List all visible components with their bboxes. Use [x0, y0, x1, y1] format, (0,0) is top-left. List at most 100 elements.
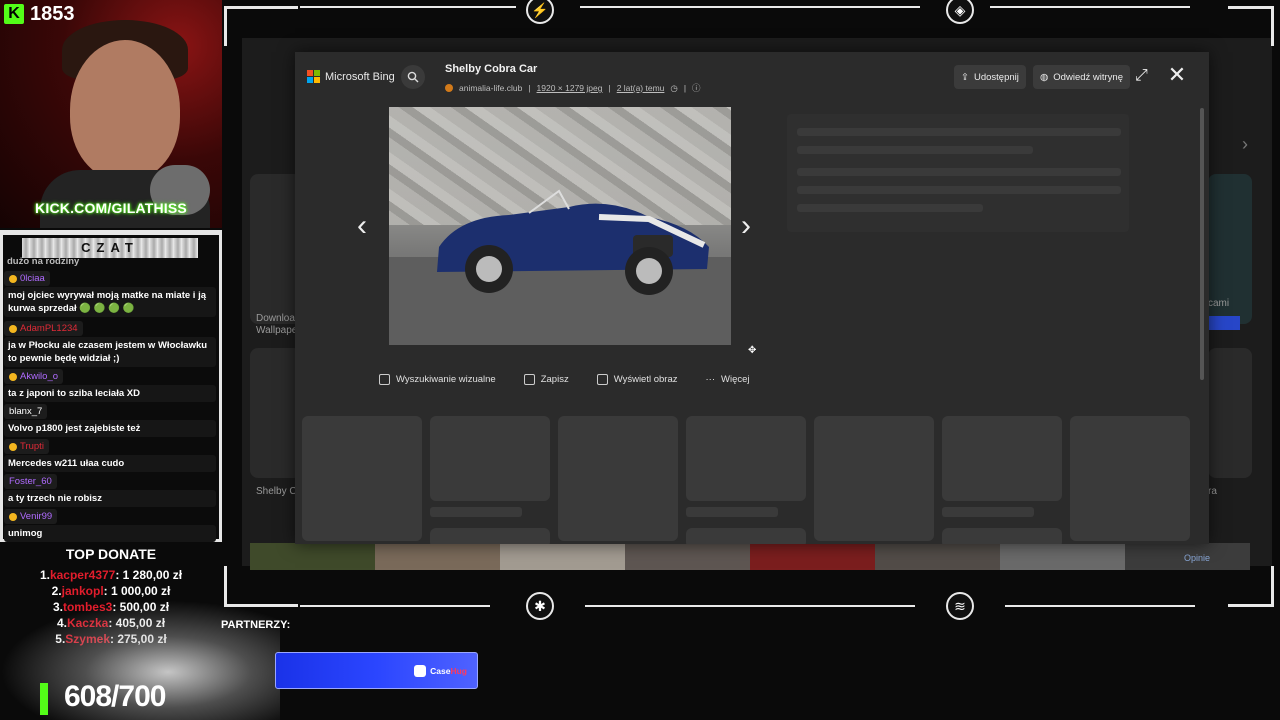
frame-line [224, 6, 298, 9]
bg-image-strip [250, 543, 1250, 570]
info-icon[interactable]: ⓘ [692, 82, 701, 94]
kick-logo-icon: K [4, 4, 24, 24]
chat-message-text: moj ojciec wyrywał moją matke na miate i… [4, 287, 216, 317]
bg-caption-right-2: ra [1208, 486, 1217, 497]
chat-username[interactable]: Akwilo_o [4, 369, 64, 384]
expand-icon[interactable]: ⤢ [1135, 67, 1155, 87]
partners-label: PARTNERZY: [221, 619, 291, 631]
chat-username-text: AdamPL1234 [20, 323, 78, 334]
goal-counter: 608/700 [64, 680, 166, 713]
mouse-cursor-icon: ✥ [748, 345, 757, 356]
source-favicon-icon [445, 84, 453, 92]
user-badge-icon [9, 372, 17, 381]
related-thumbnail-skeleton[interactable] [1070, 416, 1190, 541]
bing-logo[interactable]: Microsoft Bing [307, 70, 395, 83]
related-thumbnail-skeleton[interactable] [430, 528, 550, 544]
scrollbar[interactable] [1200, 108, 1204, 380]
view-image-icon [596, 374, 608, 385]
view-image-label: Wyświetl obraz [613, 374, 678, 385]
related-thumbnail-skeleton[interactable] [302, 416, 422, 541]
share-label: Udostępnij [973, 71, 1019, 83]
sponsor-logo-icon [414, 664, 427, 677]
main-image[interactable] [389, 107, 731, 345]
frame-line [300, 6, 516, 8]
skeleton-line [797, 186, 1121, 194]
frame-line [224, 6, 227, 46]
sponsor-name: CaseHug [430, 665, 467, 676]
previous-arrow-icon[interactable]: ‹ [357, 209, 367, 243]
related-thumbnail-skeleton[interactable] [558, 416, 678, 541]
chat-message: Foster_60 a ty trzech nie robisz [4, 474, 216, 507]
chat-username[interactable]: Venir99 [4, 509, 58, 524]
chat-username-text: Venir99 [20, 511, 53, 522]
microsoft-logo-icon [307, 70, 320, 83]
viewer-count: 1853 [30, 2, 75, 25]
chat-message: 0lciaa moj ojciec wyrywał moją matke na m… [4, 271, 216, 317]
share-icon: ⇪ [961, 71, 969, 83]
chat-username[interactable]: AdamPL1234 [4, 321, 83, 336]
chat-message: AdamPL1234 ja w Płocku ale czasem jestem … [4, 321, 216, 367]
save-icon [523, 374, 535, 385]
related-thumbnail-skeleton[interactable] [430, 416, 550, 501]
donate-row: 2.jankopl: 1 000,00 zł [0, 584, 222, 598]
skeleton-line [797, 204, 983, 212]
chat-message-text: ja w Płocku ale czasem jestem w Włocławk… [4, 337, 216, 367]
car-illustration [437, 189, 709, 295]
more-label: Więcej [721, 374, 750, 385]
image-source[interactable]: animalia-life.club [459, 83, 522, 93]
more-button[interactable]: ··· Więcej [706, 374, 750, 385]
donate-rank: 2. [51, 584, 62, 598]
image-age[interactable]: 2 lat(a) temu [617, 83, 665, 93]
frame-line [300, 605, 490, 607]
chat-username[interactable]: Trupti [4, 439, 49, 454]
chat-username[interactable]: blanx_7 [4, 404, 48, 419]
bg-caption-right: cami [1208, 298, 1230, 309]
chat-username[interactable]: 0lciaa [4, 271, 50, 286]
image-actions: Wyszukiwanie wizualne Zapisz Wyświetl ob… [379, 374, 750, 385]
visit-site-button[interactable]: ◍ Odwiedź witrynę [1033, 65, 1130, 89]
save-label: Zapisz [540, 374, 569, 385]
save-button[interactable]: Zapisz [523, 374, 569, 385]
donate-name: kacper4377 [49, 568, 116, 582]
kick-channel-url: KICK.COM/GILATHISS [35, 200, 187, 216]
share-button[interactable]: ⇪ Udostępnij [954, 65, 1026, 89]
image-meta: animalia-life.club | 1920 × 1279 jpeg | … [445, 82, 701, 94]
frame-line [580, 6, 920, 8]
frame-line [1005, 605, 1195, 607]
visual-search-label: Wyszukiwanie wizualne [396, 374, 496, 385]
skeleton-line [797, 128, 1121, 136]
image-viewer-modal: Microsoft Bing Shelby Cobra Car animalia… [295, 52, 1209, 544]
related-thumbnail-skeleton[interactable] [942, 416, 1062, 501]
chat-username[interactable]: Foster_60 [4, 474, 57, 489]
bg-chevron-right-icon[interactable]: › [1242, 134, 1248, 155]
bg-thumbnail[interactable] [1208, 348, 1252, 478]
more-icon: ··· [705, 374, 716, 385]
close-icon[interactable]: ✕ [1166, 64, 1188, 87]
related-thumbnail-skeleton[interactable] [942, 528, 1062, 544]
visual-search-icon [379, 374, 390, 385]
chat-message-text: Mercedes w211 ułaa cudo [4, 455, 216, 472]
next-arrow-icon[interactable]: › [741, 209, 751, 243]
search-button[interactable] [401, 65, 425, 89]
bg-caption-download: Download [256, 313, 301, 324]
chat-username-text: 0lciaa [20, 273, 45, 284]
chat-username-text: Akwilo_o [20, 371, 59, 382]
related-thumbnail-skeleton[interactable] [686, 416, 806, 501]
image-dimensions[interactable]: 1920 × 1279 jpeg [537, 83, 603, 93]
viewer-count-badge: K 1853 [0, 0, 79, 28]
chat-message: Trupti Mercedes w211 ułaa cudo [4, 439, 216, 472]
visual-search-button[interactable]: Wyszukiwanie wizualne [379, 374, 496, 385]
sponsor-banner[interactable]: CaseHug [275, 652, 478, 689]
bg-caption-wallpaper: Wallpaper [256, 325, 301, 336]
feedback-link[interactable]: Opinie [1184, 553, 1210, 563]
meta-separator: | [528, 83, 531, 93]
frame-logo-icon: ≋ [946, 592, 974, 620]
view-image-button[interactable]: Wyświetl obraz [596, 374, 678, 385]
donate-row: 1.kacper4377: 1 280,00 zł [0, 568, 222, 582]
related-thumbnail-skeleton[interactable] [686, 528, 806, 544]
frame-line [1271, 6, 1274, 46]
viewer-header: Microsoft Bing Shelby Cobra Car animalia… [295, 52, 1209, 102]
chat-username-text: Trupti [20, 441, 44, 452]
related-thumbnail-skeleton[interactable] [814, 416, 934, 541]
donate-name: jankopl [61, 584, 104, 598]
